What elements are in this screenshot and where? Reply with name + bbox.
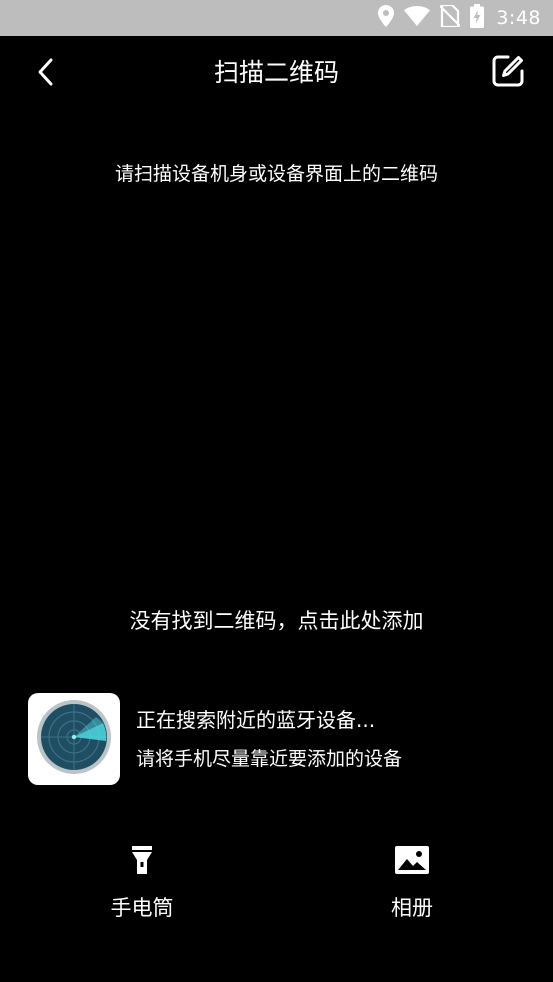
no-sim-icon bbox=[439, 3, 462, 31]
flashlight-icon-wrap bbox=[82, 846, 202, 878]
status-time: 3:48 bbox=[496, 7, 541, 29]
status-bar: 3:48 bbox=[0, 0, 553, 36]
radar-icon bbox=[36, 699, 112, 779]
flashlight-label: 手电筒 bbox=[110, 896, 174, 920]
bluetooth-search-title: 正在搜索附近的蓝牙设备... bbox=[136, 708, 376, 732]
image-icon bbox=[395, 846, 429, 878]
app-bar: 扫描二维码 bbox=[0, 36, 553, 110]
bluetooth-search-card: 正在搜索附近的蓝牙设备... 请将手机尽量靠近要添加的设备 bbox=[28, 693, 528, 785]
album-icon-wrap bbox=[352, 846, 472, 878]
location-icon bbox=[378, 5, 395, 31]
status-icons: 3:48 bbox=[378, 0, 541, 36]
page-title: 扫描二维码 bbox=[213, 58, 339, 87]
flashlight-button[interactable]: 手电筒 bbox=[82, 840, 202, 930]
radar-icon-box bbox=[28, 693, 120, 785]
edit-icon bbox=[491, 54, 525, 92]
bluetooth-search-subtitle: 请将手机尽量靠近要添加的设备 bbox=[136, 748, 403, 770]
album-button[interactable]: 相册 bbox=[352, 840, 472, 930]
album-label: 相册 bbox=[391, 896, 433, 920]
scan-hint-text: 请扫描设备机身或设备界面上的二维码 bbox=[114, 163, 438, 185]
manual-entry-button[interactable] bbox=[489, 54, 527, 92]
flashlight-icon bbox=[131, 845, 153, 879]
wifi-icon bbox=[404, 6, 431, 30]
battery-charging-icon bbox=[470, 4, 485, 32]
manual-add-link[interactable]: 没有找到二维码，点击此处添加 bbox=[0, 605, 553, 637]
